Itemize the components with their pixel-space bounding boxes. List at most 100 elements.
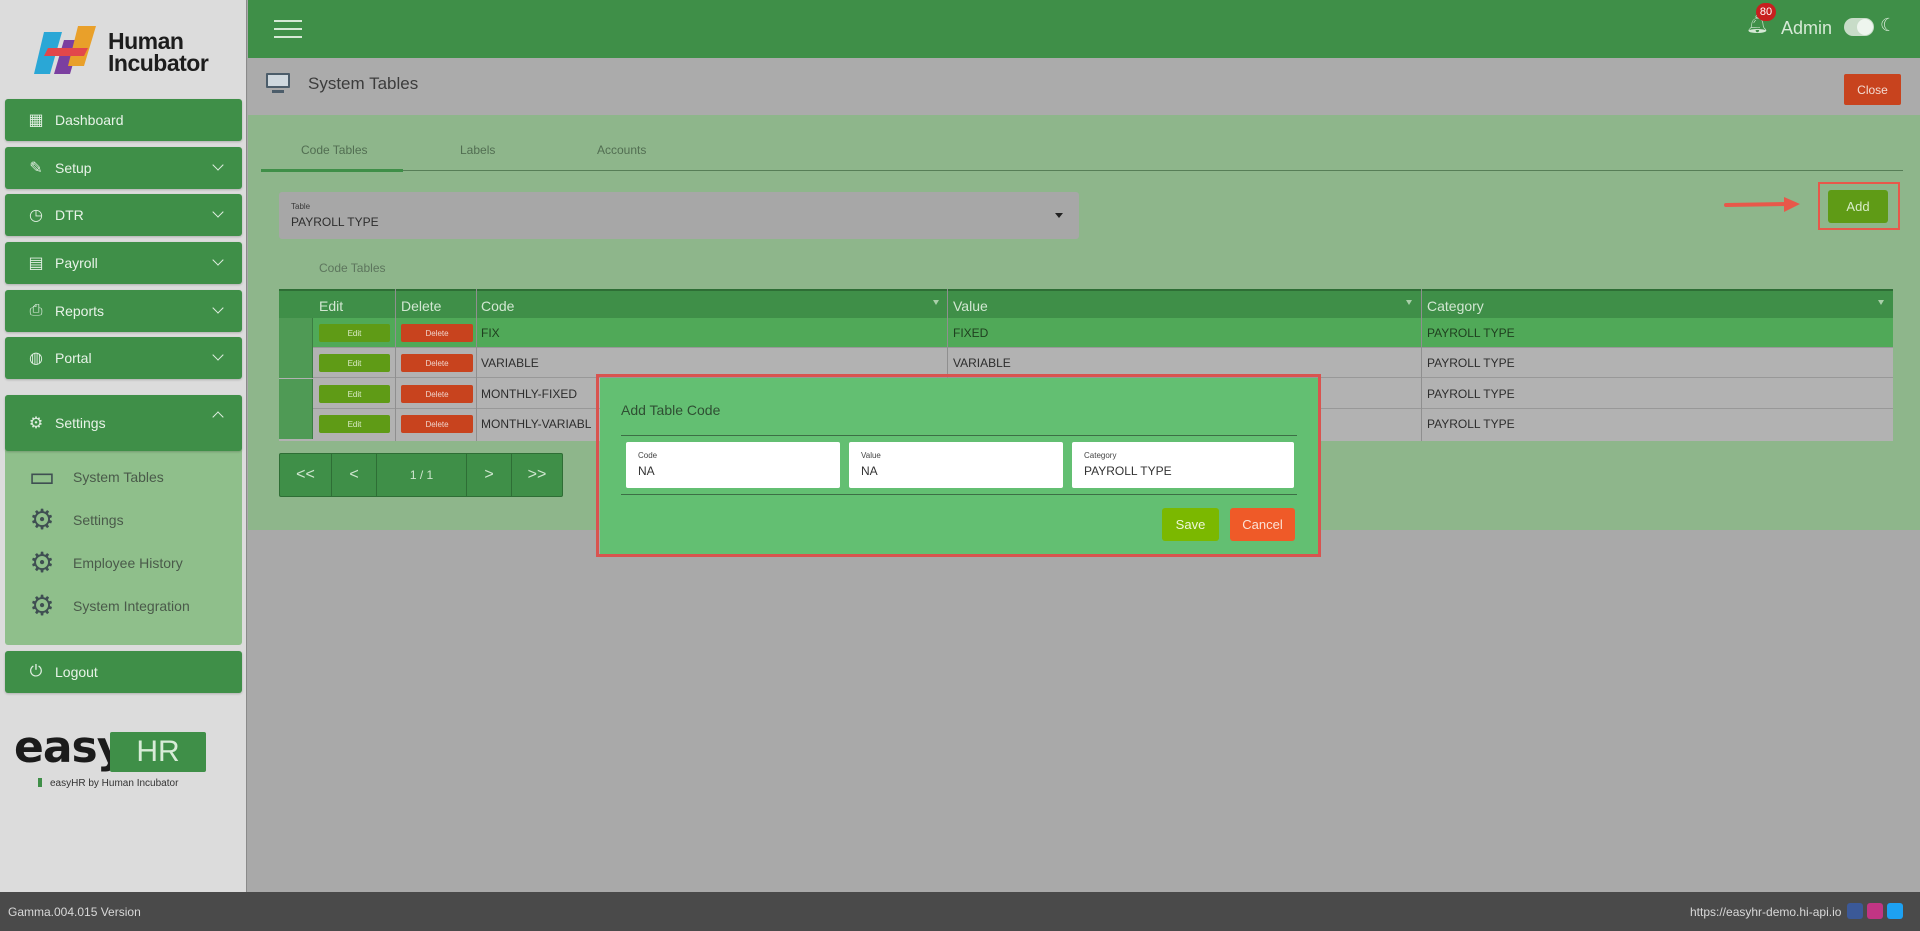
printer-icon: ⎙ bbox=[29, 302, 43, 319]
save-button[interactable]: Save bbox=[1162, 508, 1219, 541]
value-field[interactable]: Value bbox=[849, 442, 1063, 488]
last-page-button[interactable]: >> bbox=[512, 454, 562, 496]
user-name[interactable]: Admin bbox=[1781, 18, 1832, 39]
caret-down-icon bbox=[1055, 213, 1063, 218]
delete-button[interactable]: Delete bbox=[401, 415, 473, 433]
code-input[interactable] bbox=[638, 464, 798, 478]
delete-button[interactable]: Delete bbox=[401, 354, 473, 372]
chevron-down-icon bbox=[212, 159, 224, 171]
chevron-down-icon bbox=[212, 302, 224, 314]
sidebar-subitem-settings[interactable]: ⚙ Settings bbox=[27, 504, 123, 535]
column-divider bbox=[395, 289, 396, 441]
gear-icon: ⚙ bbox=[29, 590, 55, 621]
sidebar-subitem-system-tables[interactable]: ▭ System Tables bbox=[27, 462, 164, 492]
sidebar-item-payroll[interactable]: ▤ Payroll bbox=[5, 242, 242, 284]
code-field[interactable]: Code bbox=[626, 442, 840, 488]
edit-button[interactable]: Edit bbox=[319, 385, 390, 403]
sidebar-item-dashboard[interactable]: ▦ Dashboard bbox=[5, 99, 242, 141]
theme-toggle[interactable] bbox=[1844, 18, 1874, 36]
tab-accounts[interactable]: Accounts bbox=[597, 143, 646, 157]
divider bbox=[621, 435, 1297, 436]
human-incubator-logo[interactable]: Human Incubator bbox=[34, 22, 224, 82]
page-indicator: 1 / 1 bbox=[377, 454, 467, 496]
category-input[interactable] bbox=[1084, 464, 1244, 478]
tab-labels[interactable]: Labels bbox=[460, 143, 495, 157]
divider bbox=[621, 494, 1297, 495]
arrow-right-icon bbox=[1724, 197, 1800, 212]
twitter-icon[interactable] bbox=[1887, 903, 1903, 919]
tab-code-tables[interactable]: Code Tables bbox=[301, 143, 368, 157]
gear-icon: ⚙ bbox=[29, 504, 55, 535]
edit-button[interactable]: Edit bbox=[319, 354, 390, 372]
edit-button[interactable]: Edit bbox=[319, 324, 390, 342]
add-table-code-dialog: Add Table Code Code Value Category Save … bbox=[600, 378, 1318, 554]
settings-group: ⚙ Settings ▭ System Tables ⚙ Settings ⚙ … bbox=[5, 395, 242, 645]
power-icon: ⏻ bbox=[29, 663, 43, 680]
first-page-button[interactable]: << bbox=[280, 454, 332, 496]
sidebar-item-portal[interactable]: ◍ Portal bbox=[5, 337, 242, 379]
globe-icon: ◍ bbox=[29, 350, 43, 367]
chevron-down-icon bbox=[212, 254, 224, 266]
filter-icon[interactable] bbox=[1878, 300, 1884, 305]
row-header bbox=[279, 348, 313, 378]
facebook-icon[interactable] bbox=[1847, 903, 1863, 919]
row-header bbox=[279, 409, 313, 439]
row-header bbox=[279, 318, 313, 348]
delete-button[interactable]: Delete bbox=[401, 324, 473, 342]
next-page-button[interactable]: > bbox=[467, 454, 512, 496]
logo-text: Human Incubator bbox=[108, 28, 209, 76]
cell-code: MONTHLY-FIXED bbox=[481, 387, 578, 401]
column-header-edit: Edit bbox=[319, 298, 344, 314]
row-header bbox=[279, 379, 313, 409]
add-button[interactable]: Add bbox=[1828, 190, 1888, 223]
gear-icon: ⚙ bbox=[29, 547, 55, 578]
monitor-icon: ▭ bbox=[28, 461, 56, 492]
sidebar-item-settings[interactable]: ⚙ Settings bbox=[5, 395, 242, 451]
close-button[interactable]: Close bbox=[1844, 74, 1901, 105]
cell-code: VARIABLE bbox=[481, 356, 539, 370]
sidebar-item-dtr[interactable]: ◷ DTR bbox=[5, 194, 242, 236]
category-field[interactable]: Category bbox=[1072, 442, 1294, 488]
page-header: System Tables Close bbox=[248, 58, 1920, 115]
chevron-down-icon bbox=[212, 206, 224, 218]
sidebar-item-label: DTR bbox=[55, 207, 84, 223]
cell-category: PAYROLL TYPE bbox=[1427, 356, 1515, 370]
cell-code: FIX bbox=[481, 326, 500, 340]
column-header-code[interactable]: Code bbox=[481, 298, 514, 314]
easyhr-logo: easy HR easyHR by Human Incubator bbox=[14, 722, 214, 792]
sidebar: Human Incubator ▦ Dashboard ✎ Setup ◷ DT… bbox=[0, 0, 247, 892]
page-title: System Tables bbox=[308, 74, 419, 93]
sidebar-item-reports[interactable]: ⎙ Reports bbox=[5, 290, 242, 332]
hamburger-menu-icon[interactable] bbox=[274, 20, 302, 40]
value-input[interactable] bbox=[861, 464, 1021, 478]
sidebar-subitem-employee-history[interactable]: ⚙ Employee History bbox=[27, 547, 182, 578]
filter-icon[interactable] bbox=[933, 300, 939, 305]
payroll-icon: ▤ bbox=[28, 255, 44, 272]
table-row[interactable]: Edit Delete FIX FIXED PAYROLL TYPE bbox=[279, 318, 1893, 348]
section-caption: Code Tables bbox=[319, 261, 386, 275]
prev-page-button[interactable]: < bbox=[332, 454, 377, 496]
cell-value: VARIABLE bbox=[953, 356, 1011, 370]
monitor-icon bbox=[266, 73, 290, 93]
sidebar-item-label: Settings bbox=[55, 415, 106, 431]
sidebar-item-logout[interactable]: ⏻ Logout bbox=[5, 651, 242, 693]
column-header-category[interactable]: Category bbox=[1427, 298, 1484, 314]
column-divider bbox=[476, 289, 477, 441]
table-header: Edit Delete Code Value Category bbox=[279, 289, 1893, 318]
filter-icon[interactable] bbox=[1406, 300, 1412, 305]
sidebar-item-setup[interactable]: ✎ Setup bbox=[5, 147, 242, 189]
footer-url[interactable]: https://easyhr-demo.hi-api.io bbox=[1690, 905, 1841, 919]
tab-divider bbox=[261, 170, 1903, 171]
column-header-value[interactable]: Value bbox=[953, 298, 988, 314]
delete-button[interactable]: Delete bbox=[401, 385, 473, 403]
sidebar-subitem-system-integration[interactable]: ⚙ System Integration bbox=[27, 590, 189, 621]
column-header-delete: Delete bbox=[401, 298, 442, 314]
logo-mark-icon bbox=[34, 26, 96, 74]
gear-icon: ⚙ bbox=[28, 415, 44, 432]
instagram-icon[interactable] bbox=[1867, 903, 1883, 919]
sidebar-item-label: Setup bbox=[55, 160, 92, 176]
table-select[interactable]: Table PAYROLL TYPE bbox=[279, 192, 1079, 239]
active-tab-indicator bbox=[261, 169, 403, 172]
edit-button[interactable]: Edit bbox=[319, 415, 390, 433]
cancel-button[interactable]: Cancel bbox=[1230, 508, 1295, 541]
